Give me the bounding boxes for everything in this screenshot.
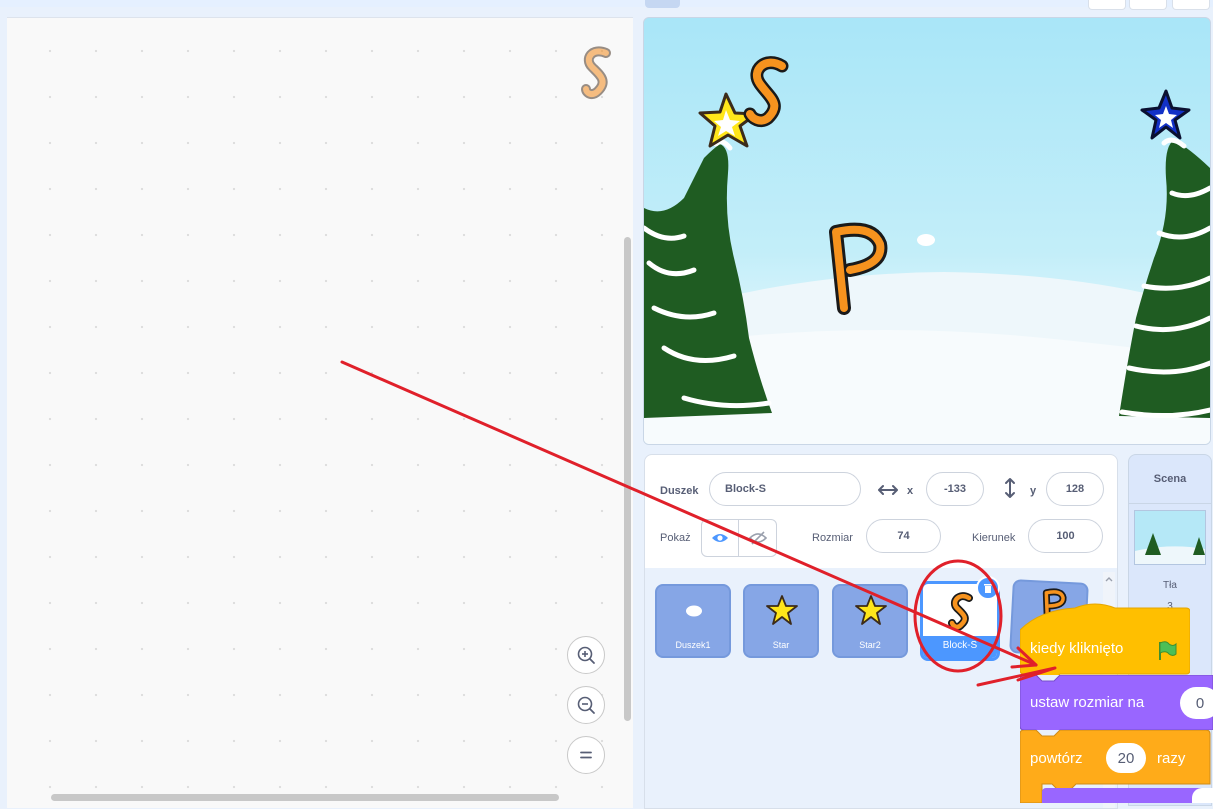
sprite-tile-label: Star bbox=[772, 640, 790, 650]
tab-indicator[interactable] bbox=[645, 0, 680, 8]
right-tree bbox=[1119, 137, 1210, 419]
scroll-up-icon bbox=[1105, 577, 1113, 582]
backdrop-thumbnail bbox=[1134, 510, 1206, 565]
delete-sprite-button[interactable] bbox=[976, 576, 1000, 600]
backdrops-label: Tła bbox=[1163, 580, 1177, 591]
sprite-tile-star[interactable]: Star bbox=[743, 584, 819, 658]
eye-icon bbox=[712, 534, 728, 542]
star-icon bbox=[766, 595, 798, 625]
zoom-reset-button[interactable] bbox=[567, 736, 605, 774]
backdrop-image bbox=[1135, 511, 1205, 564]
selected-name-bar: Block-S bbox=[923, 636, 997, 658]
inner-block-input[interactable] bbox=[1192, 788, 1213, 803]
cloud-icon bbox=[686, 605, 702, 617]
letter-s-sprite[interactable] bbox=[743, 56, 789, 127]
size-value: 74 bbox=[897, 530, 910, 542]
size-input[interactable]: 74 bbox=[866, 519, 941, 553]
when-flag-label: kiedy kliknięto bbox=[1030, 640, 1124, 657]
direction-input[interactable]: 100 bbox=[1028, 519, 1103, 553]
small-stage-button[interactable] bbox=[1088, 0, 1126, 10]
x-input[interactable]: -133 bbox=[926, 472, 984, 506]
sprite-label: Duszek bbox=[660, 485, 699, 497]
stage-pane-title: Scena bbox=[1129, 455, 1211, 504]
set-size-value: 0 bbox=[1195, 694, 1205, 712]
repeat-count-value: 20 bbox=[1117, 749, 1135, 767]
sprite-tile-label: Block-S bbox=[942, 640, 978, 651]
repeat-count-input[interactable]: 20 bbox=[1106, 743, 1146, 773]
show-visible-button[interactable] bbox=[701, 519, 739, 557]
letter-s-icon bbox=[948, 592, 973, 631]
eye-hidden-icon bbox=[748, 531, 767, 545]
left-tree bbox=[644, 139, 772, 418]
hat-block-shape bbox=[1020, 603, 1190, 675]
y-label: y bbox=[1030, 485, 1037, 497]
sprite-name-value: Block-S bbox=[725, 483, 766, 495]
code-workspace[interactable] bbox=[7, 17, 633, 808]
sprite-name-input[interactable]: Block-S bbox=[709, 472, 861, 506]
vertical-scrollbar[interactable] bbox=[624, 237, 631, 721]
zoom-in-icon bbox=[577, 646, 595, 664]
large-stage-button[interactable] bbox=[1129, 0, 1167, 10]
set-size-block[interactable]: ustaw rozmiar na 0 bbox=[1020, 675, 1213, 730]
horizontal-arrows-icon bbox=[878, 485, 898, 495]
horizontal-scrollbar[interactable] bbox=[51, 794, 559, 801]
trash-icon bbox=[984, 584, 992, 593]
y-input[interactable]: 128 bbox=[1046, 472, 1104, 506]
set-size-value-input[interactable]: 0 bbox=[1180, 687, 1213, 719]
top-toolbar-strip bbox=[0, 0, 1213, 7]
repeat-label: powtórz bbox=[1030, 750, 1083, 767]
size-label: Rozmiar bbox=[812, 532, 853, 544]
sprite-tile-star2[interactable]: Star2 bbox=[832, 584, 908, 658]
green-flag-icon bbox=[1159, 641, 1177, 660]
x-value: -133 bbox=[943, 483, 967, 495]
sprite-tile-label: Duszek1 bbox=[675, 640, 711, 650]
zoom-in-button[interactable] bbox=[567, 636, 605, 674]
zoom-out-icon bbox=[577, 696, 595, 714]
sprite-tile-label: Star2 bbox=[859, 640, 881, 650]
sprite-tile-duszek1[interactable]: Duszek1 bbox=[655, 584, 731, 658]
direction-label: Kierunek bbox=[972, 532, 1016, 544]
stage-scene bbox=[644, 56, 1210, 444]
x-label: x bbox=[907, 485, 914, 497]
set-size-label: ustaw rozmiar na bbox=[1030, 694, 1145, 711]
star-icon bbox=[855, 595, 887, 625]
vertical-arrows-icon bbox=[1005, 478, 1015, 498]
repeat-suffix-label: razy bbox=[1157, 750, 1186, 767]
repeat-block[interactable]: powtórz 20 razy bbox=[1020, 730, 1213, 803]
inner-look-block[interactable] bbox=[1042, 788, 1213, 803]
sprite-watermark-icon bbox=[581, 46, 611, 100]
sprite-info-panel: Duszek Block-S x -133 y 128 Pokaż Rozmia… bbox=[644, 454, 1118, 570]
direction-value: 100 bbox=[1056, 530, 1075, 542]
show-hidden-button[interactable] bbox=[739, 519, 777, 557]
zoom-out-button[interactable] bbox=[567, 686, 605, 724]
fullscreen-button[interactable] bbox=[1172, 0, 1210, 10]
show-label: Pokaż bbox=[660, 532, 691, 544]
y-value: 128 bbox=[1065, 483, 1085, 495]
when-flag-clicked-block[interactable]: kiedy kliknięto bbox=[1020, 600, 1190, 675]
cloud-sprite[interactable] bbox=[917, 234, 935, 246]
equals-icon bbox=[580, 751, 592, 759]
stage-canvas[interactable] bbox=[643, 17, 1211, 445]
